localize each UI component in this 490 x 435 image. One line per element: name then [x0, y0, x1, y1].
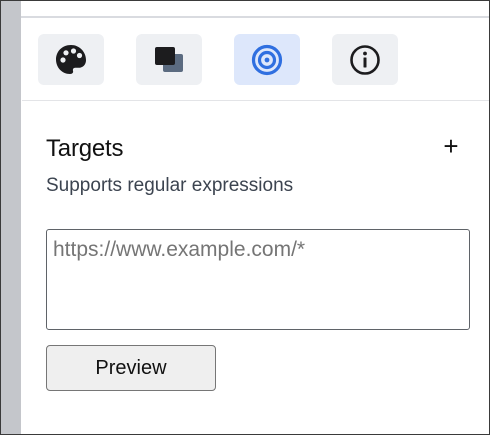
options-window: Targets + Supports regular expressions P… — [0, 0, 490, 435]
toolbar — [22, 18, 489, 101]
palette-icon — [54, 43, 88, 77]
layers-icon — [152, 43, 186, 77]
options-panel: Targets + Supports regular expressions P… — [22, 18, 489, 434]
targets-tab-button[interactable] — [234, 34, 300, 85]
theme-tab-button[interactable] — [38, 34, 104, 85]
preview-button[interactable]: Preview — [46, 345, 216, 391]
info-icon — [348, 43, 382, 77]
section-title: Targets — [46, 135, 124, 162]
info-tab-button[interactable] — [332, 34, 398, 85]
target-icon — [250, 43, 284, 77]
layers-tab-button[interactable] — [136, 34, 202, 85]
add-target-button[interactable]: + — [440, 132, 462, 160]
targets-input[interactable] — [46, 229, 470, 330]
left-sidebar-strip — [1, 1, 21, 434]
section-subtitle: Supports regular expressions — [46, 175, 294, 196]
